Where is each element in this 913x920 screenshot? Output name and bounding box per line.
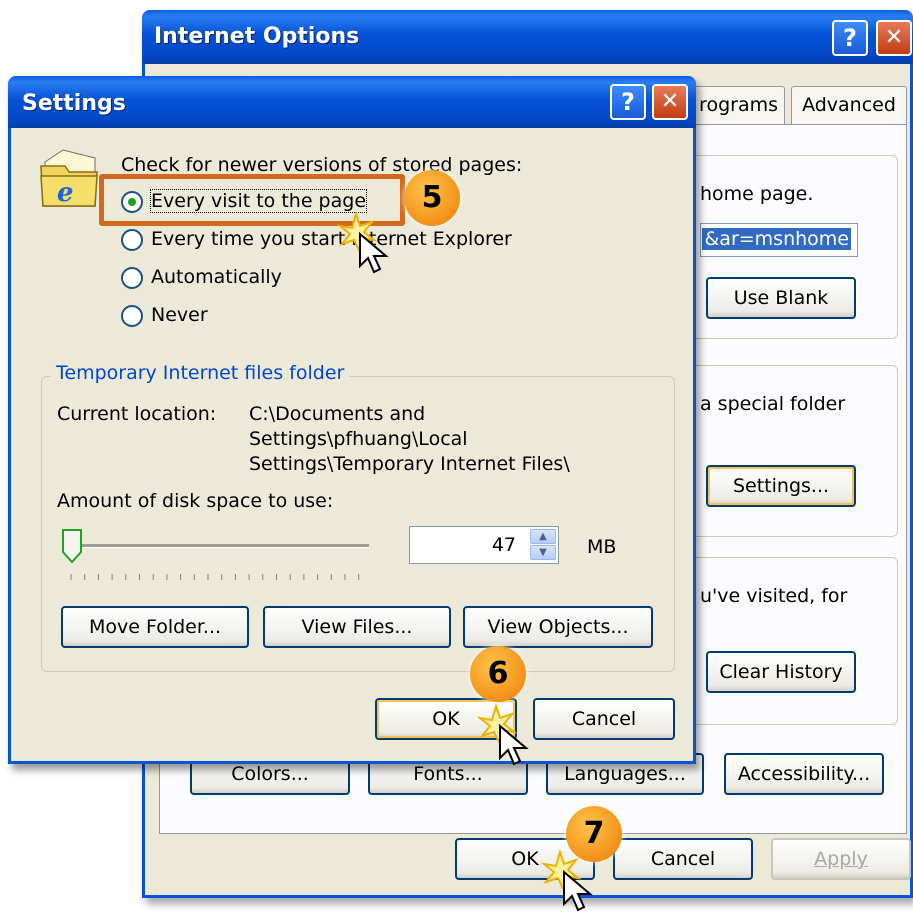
clear-history-button[interactable]: Clear History: [706, 651, 856, 693]
disk-space-unit: MB: [587, 536, 617, 558]
settings-dialog: Settings ? ✕ e Check for newer versions …: [8, 76, 696, 764]
accessibility-label: Accessibility...: [737, 763, 871, 785]
radio-button[interactable]: [121, 305, 143, 327]
settings-help-button[interactable]: ?: [610, 84, 646, 120]
click-cursor-icon: [336, 210, 389, 274]
disk-space-label: Amount of disk space to use:: [57, 490, 334, 512]
click-cursor-icon: [476, 702, 529, 766]
slider-ticks: [70, 574, 360, 580]
close-icon: ✕: [660, 89, 680, 114]
internet-options-titlebar[interactable]: Internet Options ? ✕: [142, 10, 913, 64]
apply-button[interactable]: Apply: [771, 838, 911, 880]
location-line-2: Settings\pfhuang\Local: [249, 428, 468, 450]
home-page-field-value: &ar=msnhome: [702, 228, 851, 250]
current-location-label: Current location:: [57, 403, 217, 425]
settings-button[interactable]: Settings...: [706, 465, 856, 507]
settings-title: Settings: [22, 91, 126, 116]
spin-up-button[interactable]: ▲: [530, 529, 556, 544]
click-cursor-icon: [540, 848, 593, 912]
check-label: Check for newer versions of stored pages…: [121, 154, 523, 176]
settings-label: Settings...: [732, 475, 830, 497]
internet-options-title: Internet Options: [154, 24, 360, 49]
fonts-label: Fonts...: [413, 763, 483, 785]
accessibility-button[interactable]: Accessibility...: [724, 753, 884, 795]
tab-programs-label: rograms: [699, 94, 778, 116]
radio-label: Automatically: [151, 266, 282, 288]
cancel-button[interactable]: Cancel: [613, 838, 753, 880]
svg-text:e: e: [57, 178, 74, 208]
home-page-text: home page.: [700, 183, 814, 205]
cancel-label: Cancel: [650, 848, 716, 870]
disk-space-spinbox[interactable]: 47 ▲ ▼: [409, 526, 559, 564]
settings-titlebar[interactable]: Settings ? ✕: [8, 76, 696, 128]
radio-label: Every time you start Internet Explorer: [151, 228, 512, 250]
history-group: [680, 557, 898, 725]
help-icon: ?: [843, 24, 857, 52]
ok-label: OK: [511, 848, 539, 870]
home-page-field[interactable]: &ar=msnhome: [700, 223, 858, 257]
help-button[interactable]: ?: [832, 20, 868, 56]
move-folder-label: Move Folder...: [88, 616, 222, 638]
languages-label: Languages...: [564, 763, 686, 785]
radio-button[interactable]: [121, 229, 143, 251]
move-folder-button[interactable]: Move Folder...: [61, 606, 249, 648]
clear-history-label: Clear History: [719, 661, 843, 683]
colors-label: Colors...: [231, 763, 309, 785]
location-line-1: C:\Documents and: [249, 403, 426, 425]
temp-files-group: [680, 365, 898, 537]
apply-label: Apply: [814, 848, 868, 870]
settings-cancel-label: Cancel: [571, 708, 637, 730]
tab-programs[interactable]: rograms: [685, 86, 785, 124]
history-text: u've visited, for: [700, 585, 848, 607]
location-line-3: Settings\Temporary Internet Files\: [249, 453, 570, 475]
radio-label: Never: [151, 304, 208, 326]
slider-thumb[interactable]: [61, 528, 83, 564]
settings-close-button[interactable]: ✕: [652, 84, 688, 120]
tab-advanced[interactable]: Advanced: [791, 86, 907, 124]
radio-automatically[interactable]: Automatically: [121, 264, 321, 294]
ie-folder-icon: e: [40, 149, 98, 208]
chevron-down-icon: ▼: [539, 547, 547, 558]
step-badge-6: 6: [470, 646, 526, 702]
temp-files-group-title: Temporary Internet files folder: [51, 362, 350, 384]
view-files-button[interactable]: View Files...: [263, 606, 451, 648]
slider-track: [63, 544, 369, 548]
tab-advanced-label: Advanced: [802, 94, 896, 116]
settings-ok-label: OK: [432, 708, 460, 730]
help-icon: ?: [621, 88, 635, 116]
settings-cancel-button[interactable]: Cancel: [533, 698, 675, 740]
step-badge-5: 5: [404, 170, 460, 226]
close-button[interactable]: ✕: [876, 20, 912, 56]
spin-down-button[interactable]: ▼: [530, 545, 556, 560]
disk-space-slider[interactable]: [59, 524, 375, 584]
use-blank-label: Use Blank: [733, 287, 829, 309]
temp-files-text: a special folder: [700, 393, 846, 415]
radio-button[interactable]: [121, 267, 143, 289]
disk-space-value: 47: [491, 534, 516, 556]
view-objects-label: View Objects...: [487, 616, 629, 638]
radio-never[interactable]: Never: [121, 302, 281, 332]
close-icon: ✕: [884, 25, 904, 50]
chevron-up-icon: ▲: [539, 531, 547, 542]
use-blank-button[interactable]: Use Blank: [706, 277, 856, 319]
view-files-label: View Files...: [301, 616, 413, 638]
radio-every-start[interactable]: Every time you start Internet Explorer: [121, 226, 541, 256]
view-objects-button[interactable]: View Objects...: [463, 606, 653, 648]
